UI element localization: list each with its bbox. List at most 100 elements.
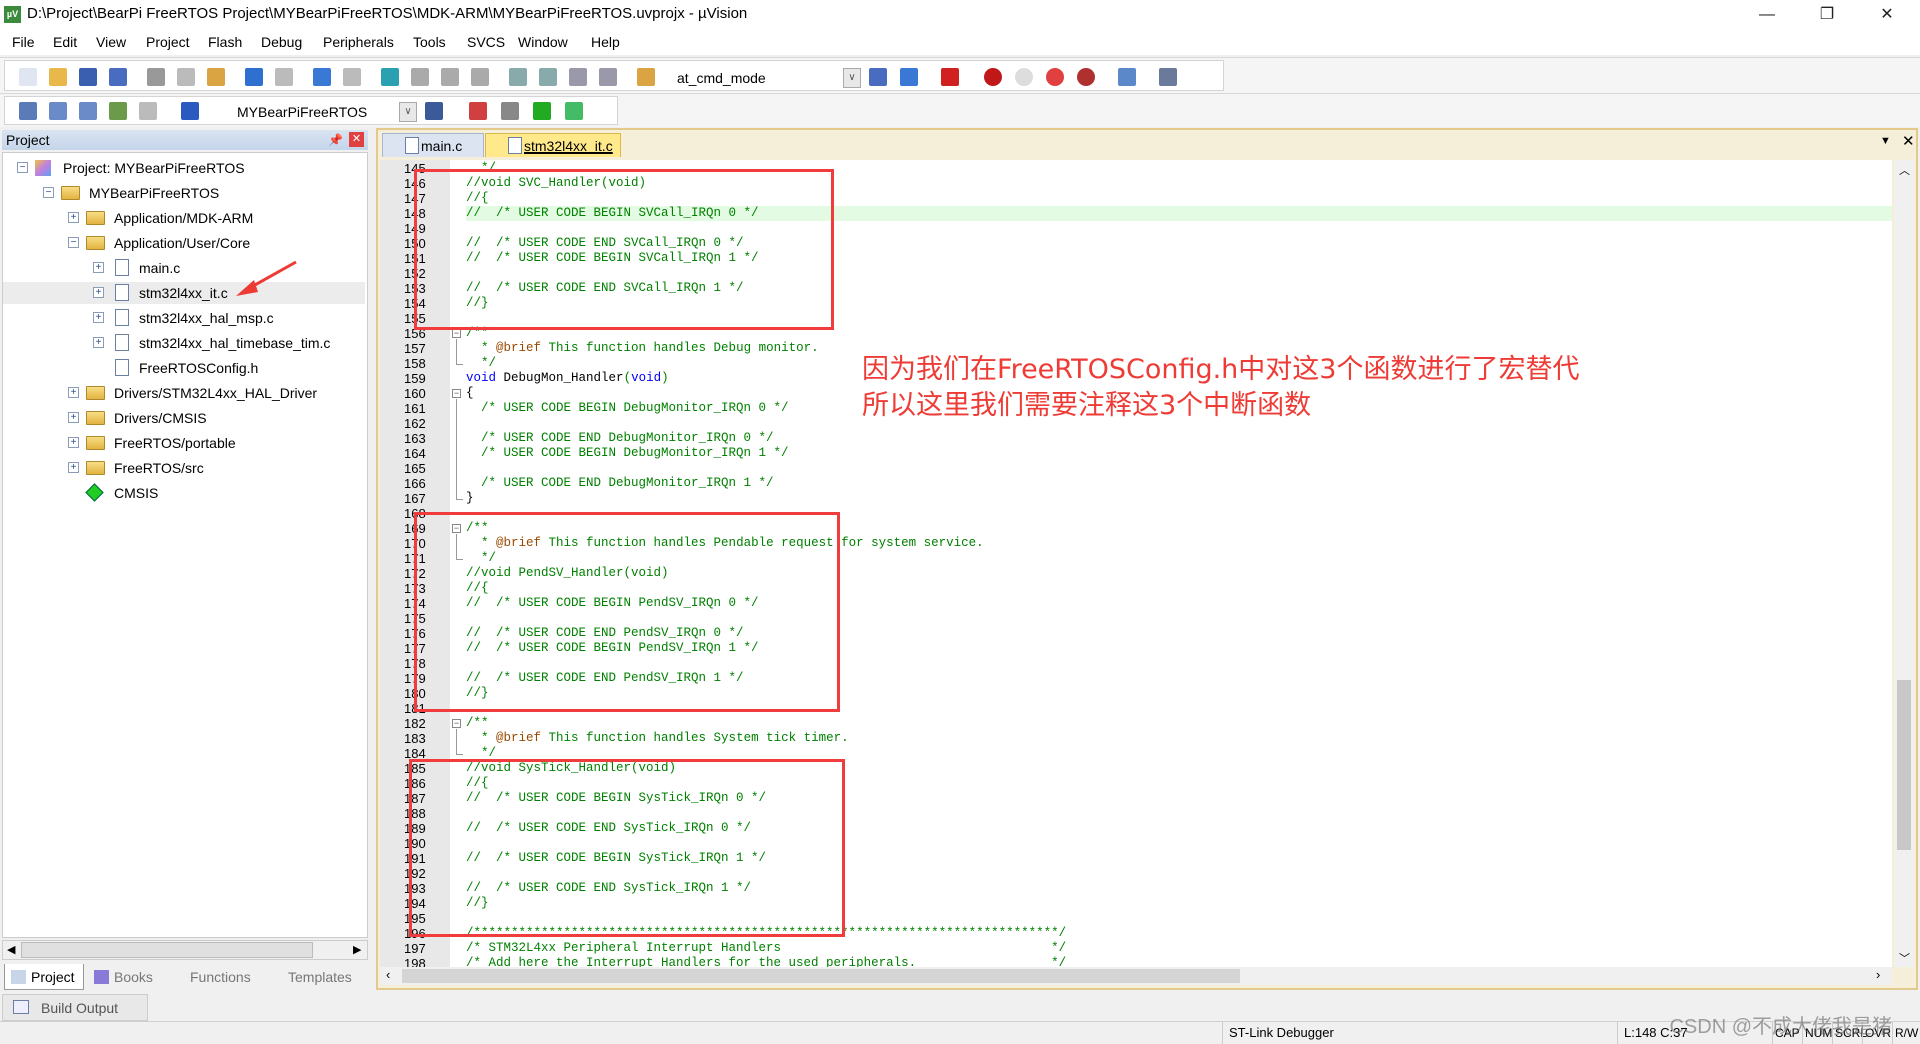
collapse-icon[interactable]: −: [43, 187, 54, 198]
menu-debug[interactable]: Debug: [261, 34, 302, 50]
chevron-down-icon[interactable]: ∨: [843, 68, 861, 88]
breakpoint-icon[interactable]: [984, 68, 1002, 86]
expand-icon[interactable]: +: [93, 337, 104, 348]
menu-file[interactable]: File: [12, 34, 35, 50]
find-icon[interactable]: [869, 68, 887, 86]
chevron-down-icon[interactable]: ∨: [399, 102, 417, 122]
expand-icon[interactable]: +: [68, 462, 79, 473]
window-layout-icon[interactable]: [1118, 68, 1136, 86]
tree-item[interactable]: + main.c: [3, 257, 365, 279]
download-icon[interactable]: [181, 102, 199, 120]
pack-installer-icon[interactable]: [533, 102, 551, 120]
scroll-right-icon[interactable]: ›: [1876, 967, 1880, 982]
comment-icon[interactable]: [569, 68, 587, 86]
next-bookmark-icon[interactable]: [441, 68, 459, 86]
rebuild-icon[interactable]: [79, 102, 97, 120]
configure-icon[interactable]: [1159, 68, 1177, 86]
unindent-icon[interactable]: [539, 68, 557, 86]
tree-item[interactable]: − Application/User/Core: [3, 232, 365, 254]
stop-build-icon[interactable]: [139, 102, 157, 120]
debug-session-icon[interactable]: [941, 68, 959, 86]
menu-window[interactable]: Window: [518, 34, 568, 50]
close-button[interactable]: ✕: [1864, 2, 1910, 28]
scroll-left-icon[interactable]: ‹: [386, 967, 390, 982]
tree-item[interactable]: + Application/MDK-ARM: [3, 207, 365, 229]
incremental-find-icon[interactable]: [900, 68, 918, 86]
tree-item[interactable]: − Project: MYBearPiFreeRTOS: [3, 157, 365, 179]
save-all-icon[interactable]: [109, 68, 127, 86]
nav-back-icon[interactable]: [313, 68, 331, 86]
fold-collapse-icon[interactable]: −: [452, 389, 461, 398]
menu-svcs[interactable]: SVCS: [467, 34, 505, 50]
tab-main-c[interactable]: main.c: [382, 133, 484, 157]
tree-item[interactable]: − MYBearPiFreeRTOS: [3, 182, 365, 204]
scrollbar-thumb[interactable]: [402, 969, 1240, 983]
disable-breakpoint-icon[interactable]: [1015, 68, 1033, 86]
panel-tab-project[interactable]: Project: [4, 964, 84, 990]
paste-icon[interactable]: [207, 68, 225, 86]
fold-collapse-icon[interactable]: −: [452, 329, 461, 338]
expand-icon[interactable]: +: [68, 387, 79, 398]
select-packs-icon[interactable]: [501, 102, 519, 120]
tree-item[interactable]: + stm32l4xx_hal_msp.c: [3, 307, 365, 329]
find-in-files-icon[interactable]: [637, 68, 655, 86]
minimize-button[interactable]: —: [1744, 2, 1790, 28]
tab-stm32l4xx-it-c[interactable]: stm32l4xx_it.c: [485, 133, 621, 157]
clear-bookmarks-icon[interactable]: [471, 68, 489, 86]
project-target-select[interactable]: MYBearPiFreeRTOS ∨: [231, 100, 417, 124]
rte-icon[interactable]: [565, 102, 583, 120]
tree-item[interactable]: + FreeRTOS/src: [3, 457, 365, 479]
tree-item[interactable]: + stm32l4xx_it.c: [3, 282, 365, 304]
menu-help[interactable]: Help: [591, 34, 620, 50]
redo-icon[interactable]: [275, 68, 293, 86]
panel-tab-functions[interactable]: Functions: [164, 964, 258, 990]
vertical-scrollbar[interactable]: ︿ ﹀: [1894, 160, 1914, 967]
scroll-right-icon[interactable]: ▶: [353, 943, 361, 956]
menu-view[interactable]: View: [96, 34, 126, 50]
close-panel-icon[interactable]: ✕: [349, 132, 364, 147]
scroll-left-icon[interactable]: ◀: [7, 943, 15, 956]
tab-list-dropdown-icon[interactable]: ▼: [1880, 135, 1891, 147]
translate-icon[interactable]: [19, 102, 37, 120]
manage-components-icon[interactable]: [469, 102, 487, 120]
disable-all-breakpoints-icon[interactable]: [1046, 68, 1064, 86]
tree-item[interactable]: + FreeRTOS/portable: [3, 432, 365, 454]
tree-item[interactable]: + stm32l4xx_hal_timebase_tim.c: [3, 332, 365, 354]
menu-tools[interactable]: Tools: [413, 34, 446, 50]
collapse-icon[interactable]: −: [68, 237, 79, 248]
bookmark-icon[interactable]: [381, 68, 399, 86]
pin-icon[interactable]: 📌: [328, 130, 343, 150]
close-tab-icon[interactable]: ✕: [1902, 132, 1915, 150]
scrollbar-thumb[interactable]: [1897, 680, 1911, 850]
undo-icon[interactable]: [245, 68, 263, 86]
expand-icon[interactable]: +: [93, 287, 104, 298]
save-icon[interactable]: [79, 68, 97, 86]
scroll-up-icon[interactable]: ︿: [1899, 162, 1910, 178]
horizontal-scrollbar[interactable]: ◀ ▶: [2, 940, 368, 960]
collapse-icon[interactable]: −: [17, 162, 28, 173]
panel-tab-templates[interactable]: Templates: [262, 964, 354, 990]
indent-icon[interactable]: [509, 68, 527, 86]
expand-icon[interactable]: +: [93, 312, 104, 323]
expand-icon[interactable]: +: [68, 437, 79, 448]
build-output-tab[interactable]: Build Output: [2, 994, 148, 1021]
scroll-down-icon[interactable]: ﹀: [1899, 950, 1910, 966]
expand-icon[interactable]: +: [93, 262, 104, 273]
expand-icon[interactable]: +: [68, 412, 79, 423]
menu-peripherals[interactable]: Peripherals: [323, 34, 394, 50]
tree-item[interactable]: FreeRTOSConfig.h: [3, 357, 365, 379]
tree-item[interactable]: CMSIS: [3, 482, 365, 504]
kill-breakpoints-icon[interactable]: [1077, 68, 1095, 86]
nav-forward-icon[interactable]: [343, 68, 361, 86]
panel-tab-books[interactable]: Books: [88, 964, 160, 990]
menu-flash[interactable]: Flash: [208, 34, 242, 50]
fold-collapse-icon[interactable]: −: [452, 719, 461, 728]
new-file-icon[interactable]: [19, 68, 37, 86]
expand-icon[interactable]: +: [68, 212, 79, 223]
batch-build-icon[interactable]: [109, 102, 127, 120]
tree-item[interactable]: + Drivers/CMSIS: [3, 407, 365, 429]
open-icon[interactable]: [49, 68, 67, 86]
target-select[interactable]: at_cmd_mode ∨: [671, 66, 861, 90]
uncomment-icon[interactable]: [599, 68, 617, 86]
menu-project[interactable]: Project: [146, 34, 190, 50]
